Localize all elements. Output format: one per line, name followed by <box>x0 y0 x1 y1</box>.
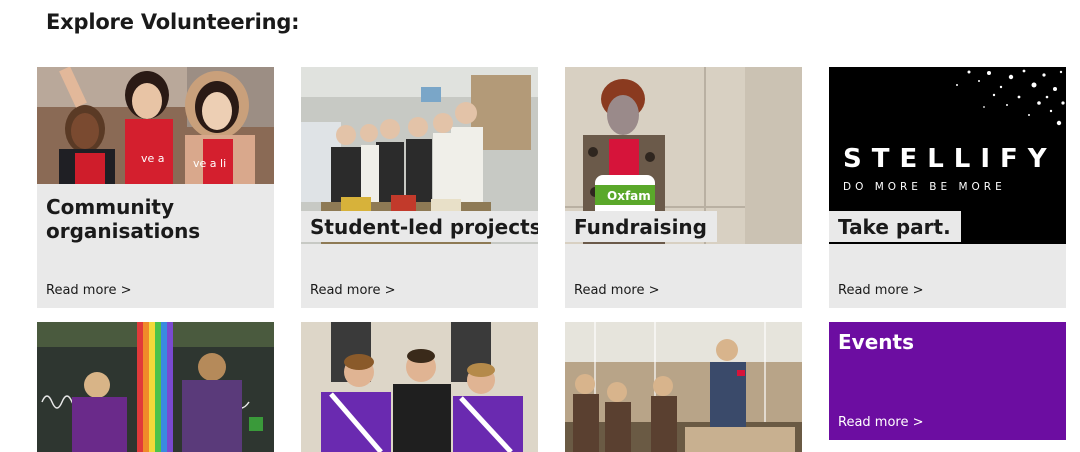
oxfam-bucket-label: Oxfam <box>607 189 651 203</box>
stellify-tagline: DO MORE BE MORE <box>843 181 1006 193</box>
card-title: Take part. <box>829 211 961 242</box>
read-more-link[interactable]: Read more > <box>310 283 396 298</box>
card-students-sport[interactable] <box>301 322 538 452</box>
svg-text:ve a li: ve a li <box>193 157 226 170</box>
read-more-link[interactable]: Read more > <box>46 283 132 298</box>
community-volunteers-photo: ve a li ve a <box>37 67 274 184</box>
museum-visit-photo <box>565 322 802 452</box>
card-science-exhibit[interactable] <box>37 322 274 452</box>
card-title: Fundraising <box>565 211 717 242</box>
card-fundraising[interactable]: Oxfam Fundraising Read more > <box>565 67 802 308</box>
stellify-wordmark: STELLIFY <box>843 144 1057 174</box>
card-title: Community organisations <box>37 191 211 246</box>
read-more-link[interactable]: Read more > <box>838 415 924 430</box>
children-rainbow-exhibit-photo <box>37 322 274 452</box>
read-more-link[interactable]: Read more > <box>838 283 924 298</box>
svg-text:ve a: ve a <box>141 152 165 165</box>
students-purple-kit-photo <box>301 322 538 452</box>
card-title: Events <box>838 330 914 354</box>
read-more-link[interactable]: Read more > <box>574 283 660 298</box>
page-title: Explore Volunteering: <box>46 10 300 34</box>
card-take-part[interactable]: STELLIFY DO MORE BE MORE Take part. Read… <box>829 67 1066 308</box>
card-museum-visit[interactable] <box>565 322 802 452</box>
card-title-line-2: organisations <box>46 219 201 243</box>
card-title: Student-led projects <box>301 211 538 242</box>
card-events[interactable]: Events Read more > <box>829 322 1066 440</box>
card-community-organisations[interactable]: ve a li ve a Community organisations Rea… <box>37 67 274 308</box>
card-title-line-1: Community <box>46 195 175 219</box>
card-student-led-projects[interactable]: Student-led projects Read more > <box>301 67 538 308</box>
